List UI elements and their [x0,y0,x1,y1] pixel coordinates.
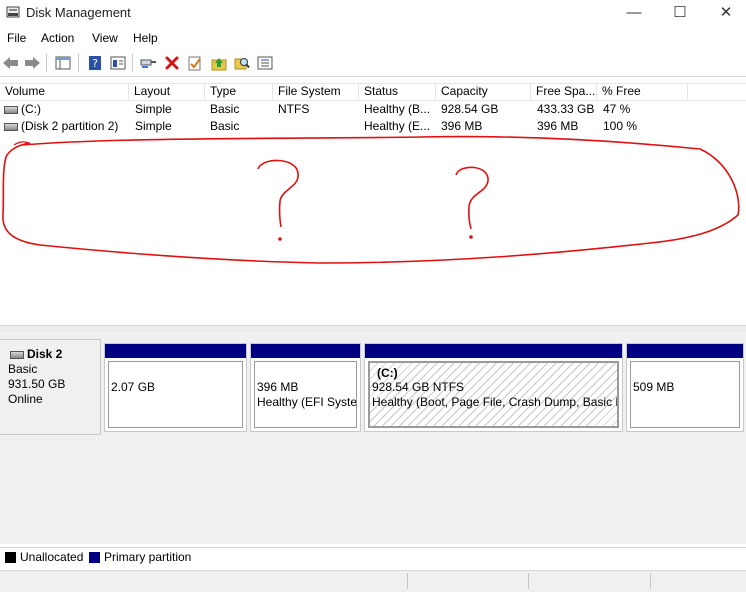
percent-free-cell: 100 % [603,119,638,133]
disk-name: Disk 2 [27,347,63,361]
layout-cell: Simple [135,119,172,133]
partition-unallocated[interactable]: 2.07 GB [104,343,247,432]
status-separator [528,573,529,589]
column-free-space[interactable]: Free Spa... [531,84,597,99]
type-cell: Basic [210,119,240,133]
up-folder-icon[interactable] [210,54,228,72]
menu-help[interactable]: Help [133,31,158,45]
legend-swatch-primary [89,552,100,563]
partition-status: Healthy (EFI Syster [257,395,357,409]
console-tree-icon[interactable] [54,54,72,72]
properties-icon[interactable] [109,54,127,72]
partition-efi[interactable]: 396 MB Healthy (EFI Syster [250,343,361,432]
drive-icon [4,122,18,131]
toolbar-separator [78,54,79,72]
partition-size: 509 MB [633,380,675,394]
close-button[interactable]: ✕ [703,0,746,28]
capacity-cell: 396 MB [441,119,483,133]
partition-status: Healthy (Boot, Page File, Crash Dump, Ba… [372,395,619,409]
disk-type: Basic [8,362,38,376]
partition-color-bar [105,344,246,358]
delete-icon[interactable] [163,54,181,72]
legend-swatch-unallocated [5,552,16,563]
partition-size: 928.54 GB NTFS [372,380,465,394]
partition-recovery[interactable]: 509 MB [626,343,744,432]
disk-management-app-icon [6,6,20,18]
disk-info-box[interactable]: Disk 2 Basic 931.50 GB Online [0,339,101,435]
menu-action[interactable]: Action [41,31,74,45]
column-file-system[interactable]: File System [273,84,359,99]
disk-state: Online [8,392,43,406]
column-volume[interactable]: Volume [0,84,129,99]
column-status[interactable]: Status [359,84,436,99]
disk-name-row: Disk 2 [10,347,62,361]
toolbar-separator [46,54,47,72]
list-icon[interactable] [256,54,274,72]
back-icon[interactable] [2,54,20,72]
partition-color-bar [627,344,743,358]
partition-color-bar [251,344,360,358]
column-percent-free[interactable]: % Free [597,84,688,99]
volume-cell: (C:) [4,101,41,117]
capacity-cell: 928.54 GB [441,102,499,116]
partition-body: 2.07 GB [108,361,243,428]
legend-label-unallocated: Unallocated [20,550,84,564]
table-row[interactable]: (C:) Simple Basic NTFS Healthy (B... 928… [0,101,746,117]
disk-size: 931.50 GB [8,377,66,391]
partition-size: 2.07 GB [111,380,156,394]
free-space-cell: 396 MB [537,119,579,133]
disk-icon [10,350,24,359]
table-row[interactable]: (Disk 2 partition 2) Simple Basic Health… [0,118,746,134]
type-cell: Basic [210,102,240,116]
column-capacity[interactable]: Capacity [436,84,531,99]
column-type[interactable]: Type [205,84,273,99]
status-cell: Healthy (B... [364,102,431,116]
free-space-cell: 433.33 GB [537,102,595,116]
partition-label: (C:) [377,366,398,380]
layout-cell: Simple [135,102,172,116]
menu-file[interactable]: File [7,31,26,45]
status-cell: Healthy (E... [364,119,431,133]
status-bar [0,570,746,592]
status-separator [650,573,651,589]
connect-icon[interactable] [139,54,157,72]
partition-color-bar [365,344,622,358]
file-system-cell: NTFS [278,102,310,116]
column-layout[interactable]: Layout [129,84,205,99]
volume-cell: (Disk 2 partition 2) [4,118,118,134]
window-title: Disk Management [26,5,131,20]
forward-icon[interactable] [23,54,41,72]
status-separator [407,573,408,589]
maximize-button[interactable]: ☐ [657,0,703,28]
volume-name: (Disk 2 partition 2) [21,119,119,133]
red-scribble-annotation [2,135,740,264]
search-icon[interactable] [233,54,251,72]
partition-size: 396 MB [257,380,299,394]
volume-name: (C:) [21,102,41,116]
partition-body: 396 MB Healthy (EFI Syster [254,361,357,428]
legend-label-primary: Primary partition [104,550,192,564]
help-icon[interactable]: ? [86,54,104,72]
drive-icon [4,105,18,114]
minimize-button[interactable]: — [611,0,657,28]
svg-text:?: ? [92,57,98,70]
check-icon[interactable] [186,54,204,72]
percent-free-cell: 47 % [603,102,631,116]
toolbar-separator [132,54,133,72]
menu-view[interactable]: View [92,31,118,45]
partition-c[interactable]: (C:) 928.54 GB NTFS Healthy (Boot, Page … [364,343,623,432]
partition-body: (C:) 928.54 GB NTFS Healthy (Boot, Page … [368,361,619,428]
partition-body: 509 MB [630,361,740,428]
